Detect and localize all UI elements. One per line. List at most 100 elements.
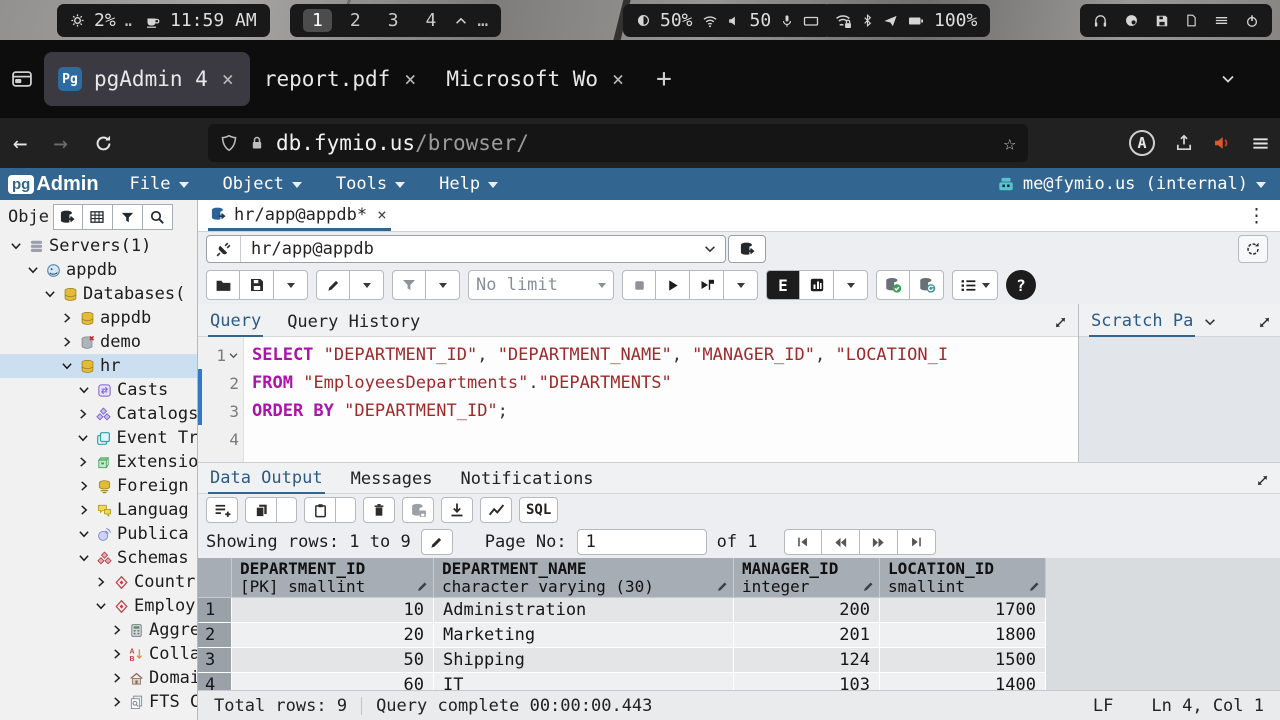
workspace-4[interactable]: 4 [417,9,446,32]
expand-chevron-icon[interactable] [76,456,91,468]
tree-item-publica[interactable]: Publica [0,522,197,546]
stop-button[interactable] [622,270,656,300]
column-header-location_id[interactable]: LOCATION_IDsmallint [880,558,1046,598]
table-cell[interactable]: Administration [434,598,734,623]
table-cell[interactable]: 20 [232,623,434,648]
tree-item-databases[interactable]: Databases( [0,282,197,306]
rollback-button[interactable] [910,270,944,300]
expand-chevron-icon[interactable] [59,336,74,348]
search-objects-button[interactable] [143,204,173,230]
extension-icon[interactable] [1213,134,1231,152]
expand-panel-icon[interactable] [1053,315,1068,330]
url-bar[interactable]: db.fymio.us/browser/ ☆ [208,124,1028,162]
view-data-button[interactable] [83,204,113,230]
tree-item-extensio[interactable]: Extensio [0,450,197,474]
scratch-pad-body[interactable] [1079,337,1280,462]
row-number[interactable]: 2 [198,623,232,648]
expand-panel-icon[interactable] [1257,315,1272,330]
table-cell[interactable]: 1800 [880,623,1046,648]
help-button[interactable]: ? [1006,270,1036,300]
query-tool-tab[interactable]: hr/app@appdb* × [208,200,391,231]
collapse-chevron-icon[interactable] [42,288,57,300]
browser-tab-word[interactable]: Microsoft Wo × [432,52,640,106]
next-page-button[interactable] [860,529,898,555]
expand-chevron-icon[interactable] [76,504,91,516]
menu-file[interactable]: File [130,174,189,194]
table-cell[interactable]: 124 [734,648,880,673]
tree-item-demo[interactable]: demo [0,330,197,354]
menu-help[interactable]: Help [439,174,498,194]
expand-chevron-icon[interactable] [59,312,74,324]
expand-chevron-icon[interactable] [93,576,108,588]
tree-item-event-tr[interactable]: Event Tr [0,426,197,450]
save-dropdown-button[interactable] [274,270,308,300]
filter-button[interactable] [113,204,143,230]
menu-object[interactable]: Object [223,174,302,194]
table-cell[interactable]: 10 [232,598,434,623]
expand-chevron-icon[interactable] [76,408,91,420]
back-button[interactable]: ← [0,129,40,157]
tab-data-output[interactable]: Data Output [208,464,325,494]
tree-item-employ[interactable]: Employ [0,594,197,618]
expand-chevron-icon[interactable] [110,696,124,708]
system-tray[interactable] [1080,4,1272,37]
first-page-button[interactable] [784,529,822,555]
expand-chevron-icon[interactable] [110,672,124,684]
tree-item-aggre[interactable]: Aggre [0,618,197,642]
close-tab-icon[interactable]: × [220,67,236,91]
save-page-icon[interactable] [1175,134,1193,152]
more-workspaces[interactable]: … [477,10,488,31]
forward-button[interactable]: → [40,129,80,157]
collapse-chevron-icon[interactable] [25,264,40,276]
close-tab-icon[interactable]: × [402,67,418,91]
tree-item-servers-1[interactable]: Servers(1) [0,234,197,258]
tree-item-appdb[interactable]: appdb [0,306,197,330]
edit-dropdown-button[interactable] [350,270,384,300]
table-cell[interactable]: 50 [232,648,434,673]
tab-messages[interactable]: Messages [349,465,435,493]
column-header-department_name[interactable]: DEPARTMENT_NAMEcharacter varying (30) [434,558,734,598]
row-limit-select[interactable]: No limit [468,270,614,300]
add-row-button[interactable] [206,497,238,523]
firefox-view-icon[interactable] [0,68,44,90]
tree-item-colla[interactable]: ABColla [0,642,197,666]
chevron-down-icon[interactable] [1203,315,1217,329]
column-header-manager_id[interactable]: MANAGER_IDinteger [734,558,880,598]
chevron-up-icon[interactable] [454,14,468,28]
tree-item-languag[interactable]: Languag [0,498,197,522]
tree-item-casts[interactable]: Casts [0,378,197,402]
reload-icon[interactable] [81,134,126,153]
browser-tab-pgadmin[interactable]: Pg pgAdmin 4 × [44,52,250,106]
table-cell[interactable]: 1700 [880,598,1046,623]
results-grid[interactable]: DEPARTMENT_ID[PK] smallintDEPARTMENT_NAM… [198,558,1280,690]
table-cell[interactable]: 200 [734,598,880,623]
last-page-button[interactable] [898,529,936,555]
macros-button[interactable] [952,270,998,300]
browser-tab-report[interactable]: report.pdf × [250,52,432,106]
delete-row-button[interactable] [363,497,395,523]
account-icon[interactable]: A [1129,130,1155,156]
expand-chevron-icon[interactable] [110,648,124,660]
panel-kebab-menu-icon[interactable]: ⋮ [1247,205,1266,227]
explain-dropdown-button[interactable] [834,270,868,300]
connection-refresh-button[interactable] [1238,235,1268,263]
sql-editor[interactable]: 1234 SELECT "DEPARTMENT_ID", "DEPARTMENT… [198,337,1078,462]
graph-visualiser-button[interactable] [480,497,512,523]
editor-code[interactable]: SELECT "DEPARTMENT_ID", "DEPARTMENT_NAME… [244,337,1078,462]
collapse-chevron-icon[interactable] [93,600,108,612]
close-tab-icon[interactable]: × [610,67,626,91]
tab-scratch-pad[interactable]: Scratch Pa [1089,307,1195,337]
collapse-chevron-icon[interactable] [76,432,91,444]
filter-dropdown-button[interactable] [426,270,460,300]
previous-page-button[interactable] [822,529,860,555]
shield-icon[interactable] [220,134,238,152]
table-cell[interactable]: 1500 [880,648,1046,673]
open-file-button[interactable] [206,270,240,300]
show-sql-button[interactable]: SQL [519,497,558,523]
execute-options-button[interactable] [690,270,724,300]
workspace-3[interactable]: 3 [379,9,408,32]
new-tab-button[interactable]: + [640,64,688,94]
column-header-department_id[interactable]: DEPARTMENT_ID[PK] smallint [232,558,434,598]
tree-item-domai[interactable]: Domai [0,666,197,690]
grid-corner-cell[interactable] [198,558,232,598]
